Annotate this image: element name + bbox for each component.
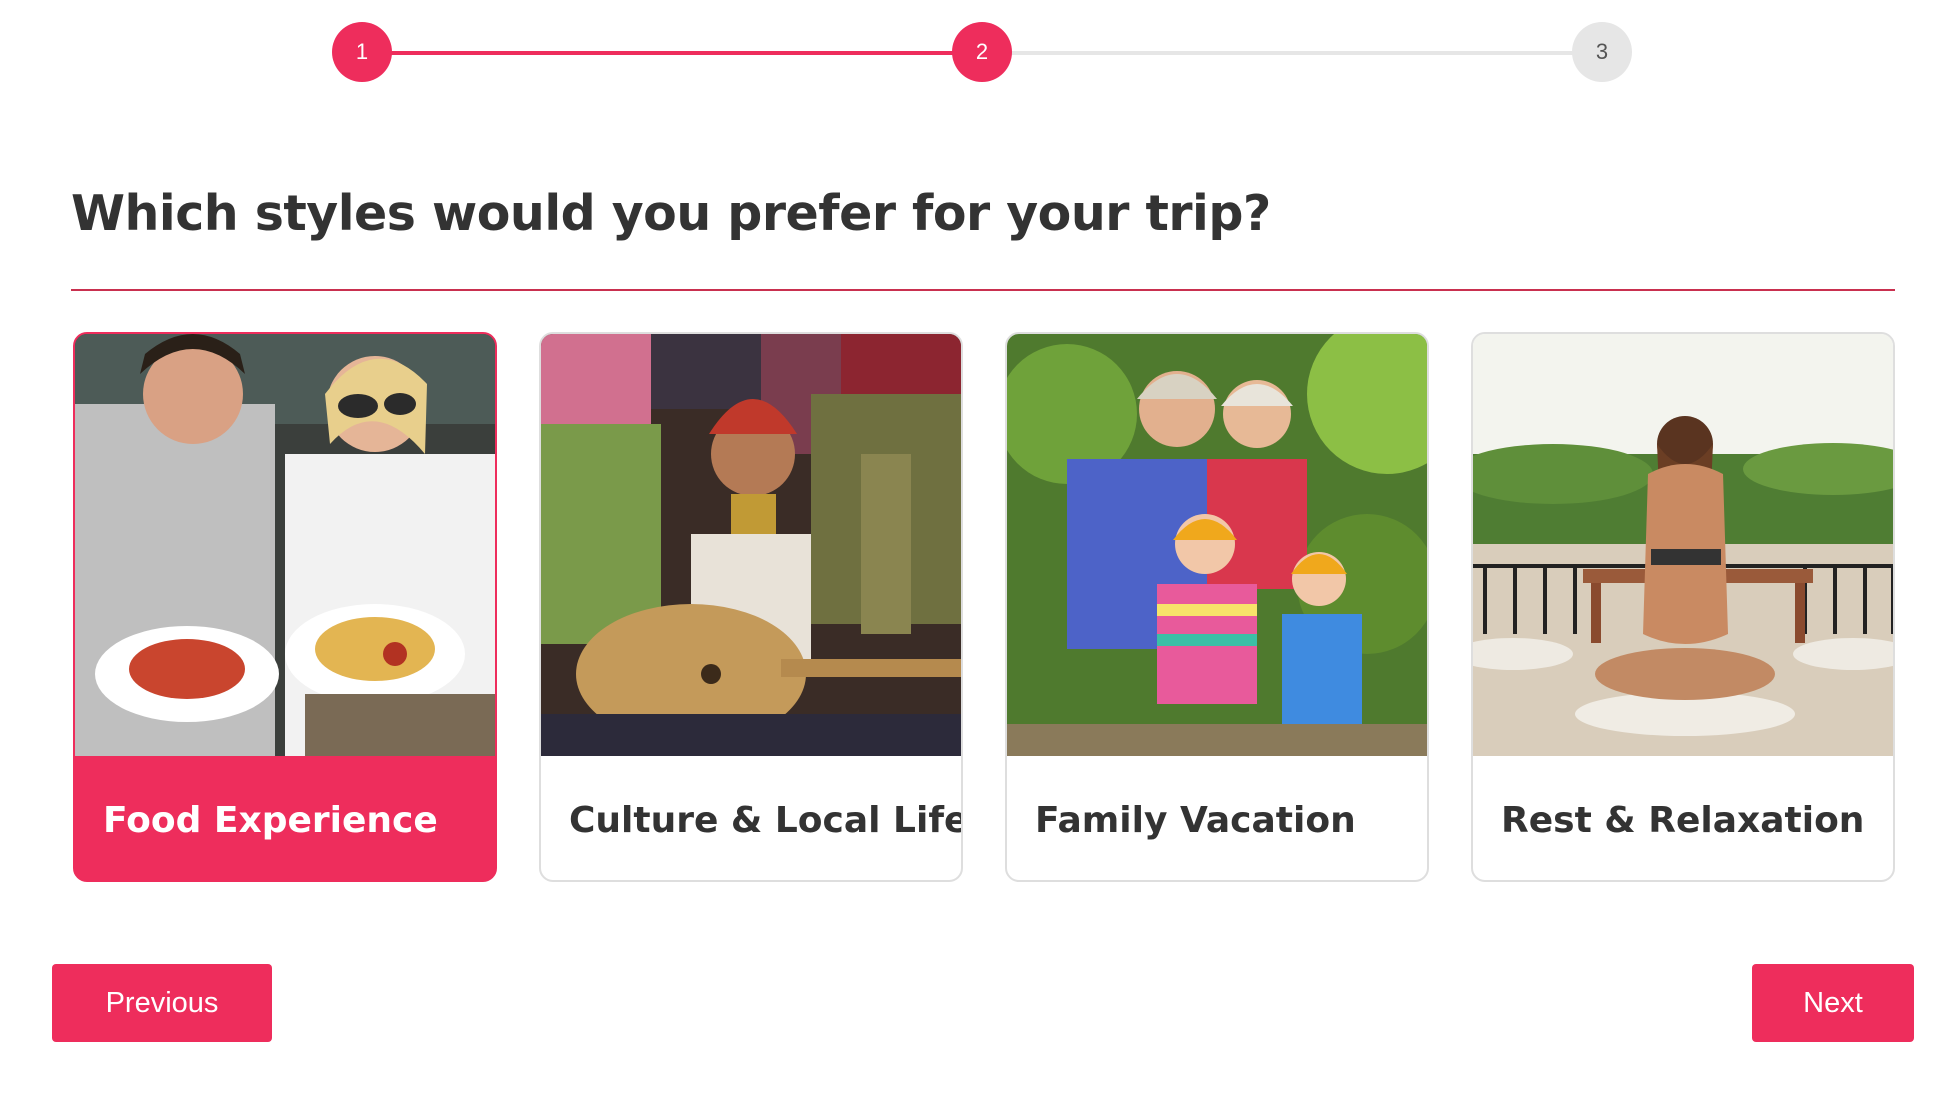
option-label: Family Vacation [1035, 800, 1356, 841]
option-label: Rest & Relaxation [1501, 800, 1865, 841]
trip-style-options: Food Experience Culture & Local Life Fam… [73, 332, 1897, 884]
culture-local-life-image [541, 334, 961, 756]
step-3[interactable]: 3 [1572, 22, 1632, 82]
option-card-rest-relaxation[interactable]: Rest & Relaxation [1471, 332, 1895, 882]
food-experience-image [75, 334, 495, 756]
option-card-culture-local-life[interactable]: Culture & Local Life [539, 332, 963, 882]
step-1[interactable]: 1 [332, 22, 392, 82]
option-card-family-vacation[interactable]: Family Vacation [1005, 332, 1429, 882]
progress-stepper: 1 2 3 [332, 22, 1638, 82]
stepper-connector-2-3 [982, 51, 1602, 55]
next-button[interactable]: Next [1752, 964, 1914, 1042]
step-2[interactable]: 2 [952, 22, 1012, 82]
previous-button[interactable]: Previous [52, 964, 272, 1042]
option-card-food-experience[interactable]: Food Experience [73, 332, 497, 882]
option-label: Culture & Local Life [569, 800, 963, 841]
rest-relaxation-image [1473, 334, 1893, 756]
question-title: Which styles would you prefer for your t… [71, 185, 1271, 242]
option-label: Food Experience [103, 800, 438, 841]
stepper-connector-1-2 [362, 51, 982, 55]
title-divider [71, 289, 1895, 291]
family-vacation-image [1007, 334, 1427, 756]
